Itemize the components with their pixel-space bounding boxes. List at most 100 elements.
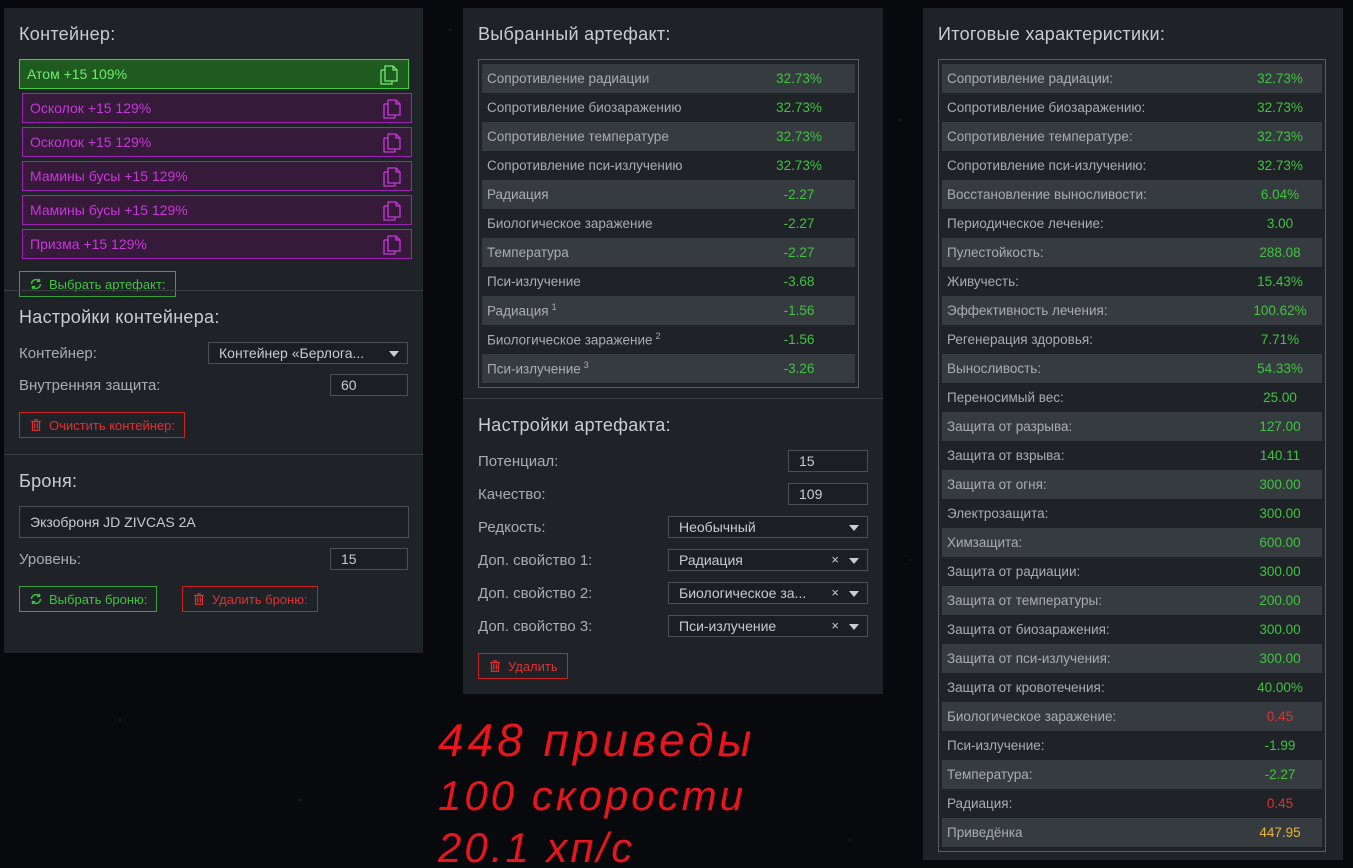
stat-value: 300.00 (1259, 564, 1301, 579)
artifact-settings-section: Настройки артефакта: Потенциал: 15 Качес… (463, 398, 883, 693)
stat-name: Защита от разрыва: (947, 419, 1073, 434)
stat-row: Сопротивление пси-излучению: 32.73% (942, 151, 1322, 180)
armor-field[interactable]: Экзоброня JD ZIVCAS 2A (19, 506, 409, 538)
armor-level-input[interactable]: 15 (330, 548, 408, 570)
container-slot[interactable]: Мамины бусы +15 129% (22, 161, 412, 191)
stat-row: Живучесть: 15.43% (942, 267, 1322, 296)
stat-name: Периодическое лечение: (947, 216, 1104, 231)
clear-icon[interactable]: × (831, 585, 839, 600)
choose-armor-button[interactable]: Выбрать броню: (19, 586, 158, 612)
stat-name: Биологическое заражение 2 (487, 331, 661, 348)
artifact-panel: Выбранный артефакт: Сопротивление радиац… (463, 8, 883, 694)
stat-footnote: 2 (655, 331, 661, 342)
stat-row: Сопротивление биозаражению 32.73% (482, 93, 855, 122)
container-slot[interactable]: Осколок +15 129% (22, 127, 412, 157)
stat-name: Пулестойкость: (947, 245, 1044, 260)
stat-value: 25.00 (1263, 390, 1297, 405)
copy-icon[interactable] (380, 65, 398, 85)
stat-value: 32.73% (776, 129, 822, 144)
container-slot[interactable]: Призма +15 129% (22, 229, 412, 259)
choose-armor-label: Выбрать броню: (49, 591, 148, 607)
stat-value: 6.04% (1260, 187, 1300, 202)
stat-row: Защита от радиации: 300.00 (942, 557, 1322, 586)
totals-title: Итоговые характеристики: (938, 24, 1166, 44)
inner-protection-label: Внутренняя защита: (19, 376, 161, 394)
quality-input[interactable]: 109 (788, 483, 868, 505)
stat-value: 127.00 (1259, 419, 1301, 434)
extra3-select[interactable]: Пси-излучение × (668, 615, 868, 637)
trash-icon (194, 593, 204, 605)
stat-name: Защита от биозаражения: (947, 622, 1110, 637)
stat-row: Сопротивление радиации: 32.73% (942, 64, 1322, 93)
delete-armor-button[interactable]: Удалить броню: (181, 586, 318, 612)
extra3-label: Доп. свойство 3: (478, 617, 593, 635)
container-slot-label: Призма +15 129% (30, 236, 147, 252)
stat-name: Переносимый вес: (947, 390, 1064, 405)
chevron-down-icon (389, 351, 399, 357)
stat-row: Защита от разрыва: 127.00 (942, 412, 1322, 441)
stat-value: 32.73% (776, 100, 822, 115)
clear-icon[interactable]: × (831, 552, 839, 567)
stat-row: Защита от огня: 300.00 (942, 470, 1322, 499)
container-slot[interactable]: Атом +15 109% (19, 59, 409, 89)
stat-value: 40.00% (1257, 680, 1303, 695)
stat-value: 32.73% (1257, 71, 1303, 86)
potential-label: Потенциал: (478, 452, 559, 470)
stat-row: Периодическое лечение: 3.00 (942, 209, 1322, 238)
totals-stats-table: Сопротивление радиации: 32.73% Сопротивлен… (938, 59, 1326, 852)
stat-name: Пси-излучение 3 (487, 360, 589, 377)
stat-value: -2.27 (783, 187, 815, 202)
stat-value: 32.73% (776, 158, 822, 173)
stat-name: Приведёнка (947, 825, 1023, 840)
stat-row: Сопротивление температуре: 32.73% (942, 122, 1322, 151)
stat-name: Эффективность лечения: (947, 303, 1108, 318)
stat-name: Защита от радиации: (947, 564, 1081, 579)
copy-icon[interactable] (383, 235, 401, 255)
extra2-select[interactable]: Биологическое за... × (668, 582, 868, 604)
stat-name: Электрозащита: (947, 506, 1049, 521)
stat-row: Пси-излучение: -1.99 (942, 731, 1322, 760)
extra2-label: Доп. свойство 2: (478, 584, 593, 602)
stat-value: 3.00 (1266, 216, 1294, 231)
stat-row: Пси-излучение -3.68 (482, 267, 855, 296)
copy-icon[interactable] (383, 201, 401, 221)
stat-row: Защита от взрыва: 140.11 (942, 441, 1322, 470)
container-slot[interactable]: Мамины бусы +15 129% (22, 195, 412, 225)
container-slot[interactable]: Осколок +15 129% (22, 93, 412, 123)
stat-value: 32.73% (1257, 129, 1303, 144)
stat-value: 32.73% (1257, 158, 1303, 173)
stat-row: Температура: -2.27 (942, 760, 1322, 789)
stat-row: Биологическое заражение 2 -1.56 (482, 325, 855, 354)
totals-section: Итоговые характеристики: Сопротивление р… (923, 8, 1343, 866)
stat-row: Переносимый вес: 25.00 (942, 383, 1322, 412)
copy-icon[interactable] (383, 99, 401, 119)
container-slot-label: Осколок +15 129% (30, 100, 152, 116)
stat-row: Сопротивление пси-излучению 32.73% (482, 151, 855, 180)
stat-name: Сопротивление температуре: (947, 129, 1133, 144)
stat-name: Сопротивление биозаражению: (947, 100, 1146, 115)
potential-input[interactable]: 15 (788, 450, 868, 472)
inner-protection-input[interactable]: 60 (330, 374, 408, 396)
rarity-select[interactable]: Необычный (668, 516, 868, 538)
artifact-settings-title: Настройки артефакта: (478, 415, 671, 435)
stat-name: Радиация: (947, 796, 1013, 811)
container-type-select[interactable]: Контейнер «Берлога... (208, 342, 408, 364)
stat-row: Сопротивление температуре 32.73% (482, 122, 855, 151)
delete-artifact-button[interactable]: Удалить (478, 653, 568, 679)
stat-name: Сопротивление пси-излучению: (947, 158, 1147, 173)
stat-value: 15.43% (1257, 274, 1303, 289)
stat-name: Радиация 1 (487, 302, 557, 319)
copy-icon[interactable] (383, 133, 401, 153)
stat-row: Приведёнка 447.95 (942, 818, 1322, 847)
trash-icon (31, 419, 41, 431)
extra1-select[interactable]: Радиация × (668, 549, 868, 571)
trash-icon (490, 660, 500, 672)
stat-value: -3.26 (783, 361, 815, 376)
clear-container-button[interactable]: Очистить контейнер: (19, 412, 185, 438)
stat-footnote: 1 (551, 302, 557, 313)
stat-value: 600.00 (1259, 535, 1301, 550)
clear-icon[interactable]: × (831, 618, 839, 633)
stat-value: 300.00 (1259, 622, 1301, 637)
stat-row: Регенерация здоровья: 7.71% (942, 325, 1322, 354)
copy-icon[interactable] (383, 167, 401, 187)
